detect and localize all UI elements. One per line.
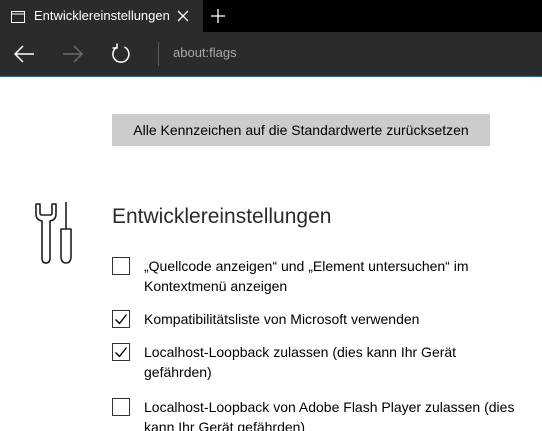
checkbox-unchecked[interactable]: [112, 257, 130, 275]
option-label: Kompatibilitätsliste von Microsoft verwe…: [144, 311, 420, 327]
browser-window: Entwicklereinstellungen about:flags Alle…: [0, 0, 542, 431]
tab-strip: Entwicklereinstellungen: [0, 0, 542, 32]
flags-page: Alle Kennzeichen auf die Standardwerte z…: [0, 77, 542, 431]
address-bar[interactable]: about:flags: [173, 45, 237, 60]
section-title: Entwicklereinstellungen: [112, 205, 332, 228]
checkbox-checked[interactable]: [112, 310, 130, 328]
option-label: „Quellcode anzeigen“ und „Element unters…: [144, 258, 469, 294]
navigation-bar: about:flags: [0, 32, 542, 77]
nav-separator: [158, 42, 159, 66]
tab-active[interactable]: Entwicklereinstellungen: [0, 0, 203, 32]
tab-title: Entwicklereinstellungen: [34, 8, 170, 23]
option-label: Localhost-Loopback zulassen (dies kann I…: [144, 344, 457, 380]
option-label: Localhost-Loopback von Adobe Flash Playe…: [144, 399, 515, 431]
plus-icon[interactable]: [210, 8, 226, 24]
refresh-icon[interactable]: [109, 42, 133, 66]
checkbox-checked[interactable]: [112, 343, 130, 361]
arrow-left-icon[interactable]: [12, 42, 36, 66]
tools-icon: [34, 200, 74, 266]
close-icon[interactable]: [176, 9, 190, 23]
arrow-right-icon[interactable]: [61, 42, 85, 66]
checkmark-icon: [115, 314, 128, 325]
checkmark-icon: [115, 347, 128, 358]
page-icon: [11, 10, 25, 23]
reset-flags-button[interactable]: Alle Kennzeichen auf die Standardwerte z…: [112, 114, 490, 146]
checkbox-unchecked[interactable]: [112, 398, 130, 416]
